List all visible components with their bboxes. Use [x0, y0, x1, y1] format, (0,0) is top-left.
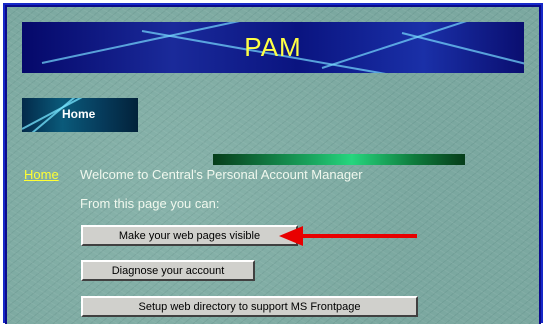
welcome-text: Welcome to Central's Personal Account Ma…	[80, 167, 363, 182]
diagnose-account-button[interactable]: Diagnose your account	[81, 260, 255, 281]
header-banner: PAM	[22, 22, 524, 73]
subtitle-text: From this page you can:	[80, 196, 220, 211]
page-title: PAM	[244, 32, 302, 62]
red-arrow-icon	[279, 226, 417, 246]
home-link[interactable]: Home	[24, 167, 59, 182]
decorative-strip	[213, 154, 465, 165]
setup-frontpage-button[interactable]: Setup web directory to support MS Frontp…	[81, 296, 418, 317]
tab-home[interactable]: Home	[22, 98, 138, 132]
make-web-pages-visible-button[interactable]: Make your web pages visible	[81, 225, 298, 246]
tab-home-label: Home	[62, 107, 96, 121]
